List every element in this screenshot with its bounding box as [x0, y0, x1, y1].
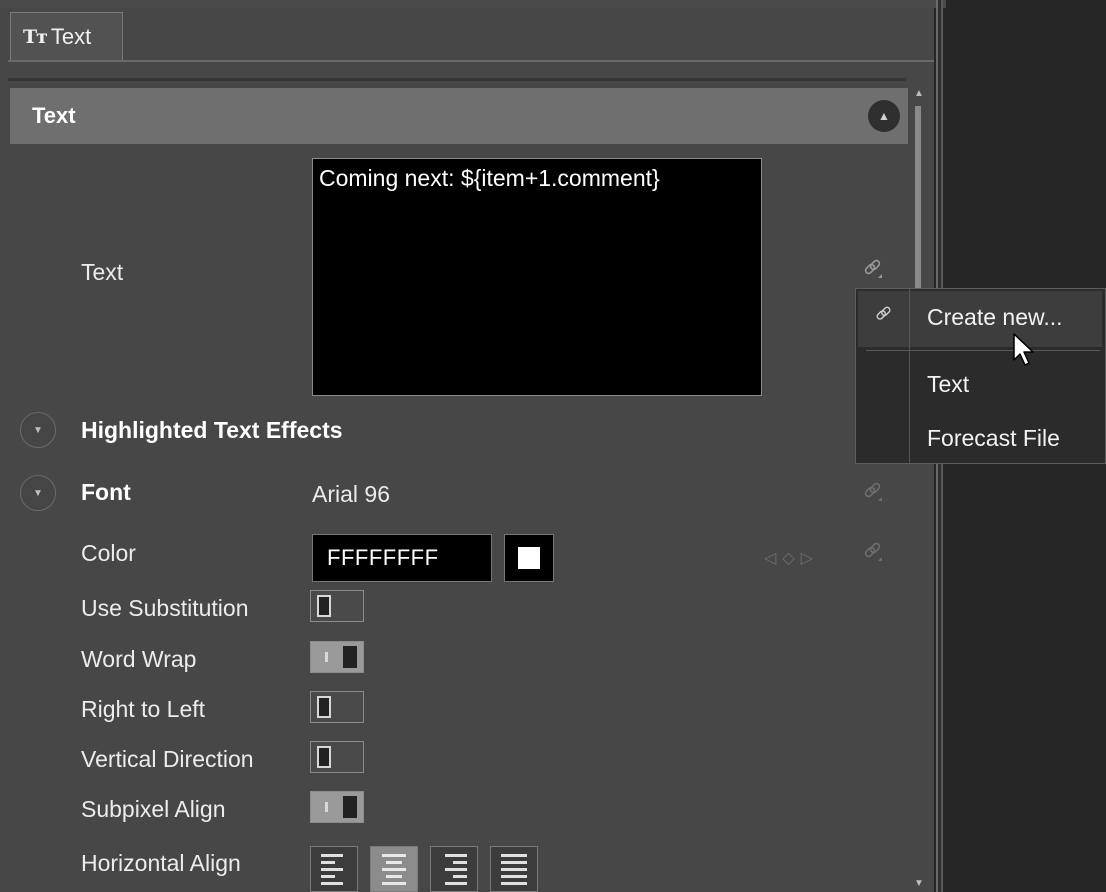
expand-font-button[interactable]: ▼ [20, 475, 56, 511]
subpixel-align-toggle[interactable] [310, 791, 364, 823]
vertical-direction-toggle[interactable] [310, 741, 364, 773]
vertical-direction-label: Vertical Direction [81, 746, 254, 772]
scroll-up-arrow-icon[interactable]: ▲ [914, 88, 924, 99]
window-top-border [0, 0, 946, 8]
menu-item-text[interactable]: Text [927, 371, 969, 398]
next-keyframe-icon[interactable]: ▷ [801, 550, 819, 567]
link-icon[interactable] [862, 541, 884, 568]
chevron-up-icon: ▲ [878, 109, 890, 123]
right-to-left-toggle[interactable] [310, 691, 364, 723]
keyframe-nav: ◁◇▷ [764, 548, 819, 568]
text-property-label: Text [81, 259, 124, 285]
content-top-divider [8, 78, 906, 81]
color-swatch-button[interactable] [504, 534, 554, 582]
text-input[interactable]: Coming next: ${item+1.comment} [312, 158, 762, 396]
scroll-down-arrow-icon[interactable]: ▼ [914, 878, 924, 889]
horizontal-align-label: Horizontal Align [81, 850, 241, 876]
color-label: Color [81, 540, 136, 566]
color-hex-input[interactable]: FFFFFFFF [312, 534, 492, 582]
align-justify-button[interactable] [490, 846, 538, 892]
use-substitution-toggle[interactable] [310, 590, 364, 622]
expand-highlighted-effects-button[interactable]: ▼ [20, 412, 56, 448]
menu-icon-gutter [909, 289, 910, 463]
word-wrap-label: Word Wrap [81, 646, 197, 672]
tab-label: Text [50, 23, 92, 49]
collapse-section-button[interactable]: ▲ [868, 100, 900, 132]
keyframe-diamond-icon[interactable]: ◇ [782, 550, 800, 567]
highlighted-effects-label: Highlighted Text Effects [81, 417, 343, 443]
link-context-menu: Create new... Text Forecast File [855, 288, 1106, 464]
right-to-left-label: Right to Left [81, 696, 206, 722]
font-value[interactable]: Arial 96 [312, 481, 390, 508]
menu-separator [866, 350, 1100, 351]
align-center-button[interactable] [370, 846, 418, 892]
mouse-cursor-icon [1012, 332, 1038, 373]
scrollbar-thumb[interactable] [915, 106, 921, 306]
use-substitution-label: Use Substitution [81, 595, 249, 621]
section-header-text[interactable]: Text ▲ [10, 88, 908, 144]
align-left-button[interactable] [310, 846, 358, 892]
chevron-down-icon: ▼ [33, 487, 43, 499]
link-icon[interactable] [862, 481, 884, 508]
text-size-icon: Tт [23, 25, 48, 48]
align-right-button[interactable] [430, 846, 478, 892]
chevron-down-icon: ▼ [33, 424, 43, 436]
subpixel-align-label: Subpixel Align [81, 796, 226, 822]
font-label: Font [81, 479, 131, 505]
previous-keyframe-icon[interactable]: ◁ [764, 550, 782, 567]
section-title: Text [32, 103, 76, 128]
properties-panel: Tт Text Text ▲ ▲ ▼ Text Coming next: ${i… [0, 8, 934, 892]
tab-text[interactable]: Tт Text [10, 12, 123, 60]
link-icon[interactable] [862, 258, 884, 285]
color-swatch [518, 547, 540, 569]
menu-item-create-new[interactable]: Create new... [927, 304, 1063, 331]
menu-item-forecast-file[interactable]: Forecast File [927, 425, 1060, 452]
link-icon [874, 305, 894, 330]
tab-underline [8, 60, 934, 62]
word-wrap-toggle[interactable] [310, 641, 364, 673]
tab-strip: Tт Text [0, 8, 934, 62]
